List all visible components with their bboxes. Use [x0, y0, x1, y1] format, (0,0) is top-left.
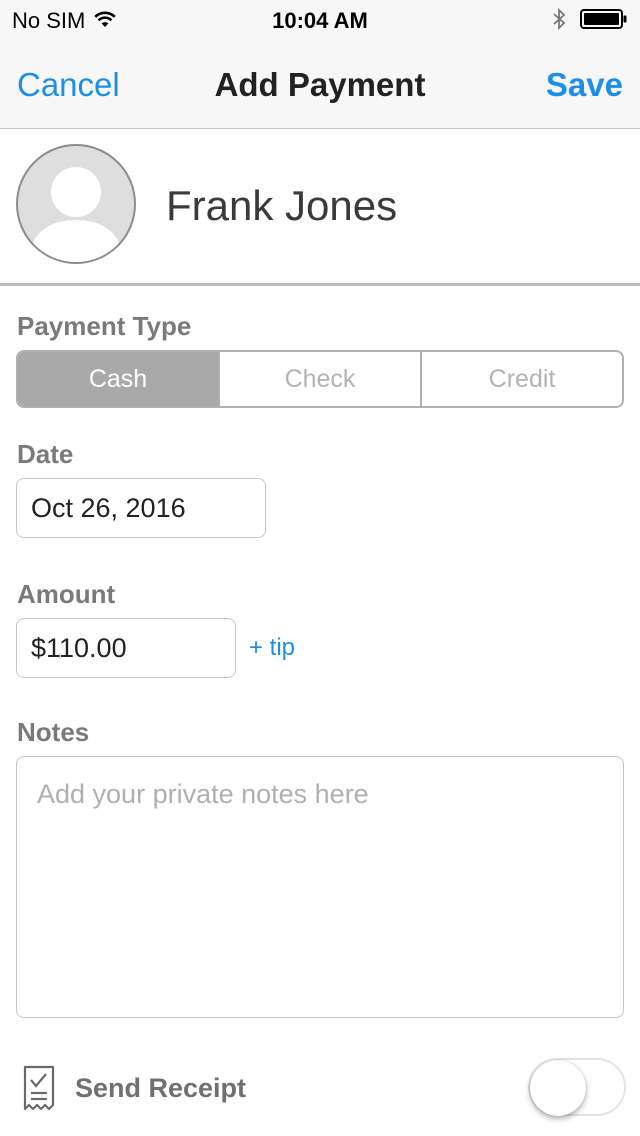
- notes-placeholder: Add your private notes here: [37, 779, 369, 809]
- toggle-knob: [530, 1060, 586, 1116]
- nav-bar: Cancel Add Payment Save: [0, 40, 640, 129]
- receipt-icon: [22, 1065, 56, 1118]
- notes-label: Notes: [17, 717, 90, 747]
- send-receipt-toggle[interactable]: [528, 1058, 626, 1116]
- battery-icon: [580, 8, 628, 35]
- date-label: Date: [17, 439, 74, 469]
- amount-value: $110.00: [31, 632, 127, 663]
- save-button[interactable]: Save: [546, 66, 623, 104]
- payment-type-segmented-control: Cash Check Credit: [16, 350, 624, 408]
- payment-type-label: Payment Type: [17, 311, 192, 341]
- segment-cash[interactable]: Cash: [18, 352, 218, 406]
- segment-credit[interactable]: Credit: [420, 352, 622, 406]
- segment-check[interactable]: Check: [218, 352, 420, 406]
- profile-header: Frank Jones: [0, 129, 640, 286]
- notes-textarea[interactable]: Add your private notes here: [16, 756, 624, 1018]
- send-receipt-label: Send Receipt: [75, 1073, 247, 1103]
- avatar[interactable]: [16, 144, 136, 264]
- date-field[interactable]: Oct 26, 2016: [16, 478, 266, 538]
- status-bar: No SIM 10:04 AM: [0, 0, 640, 40]
- amount-field[interactable]: $110.00: [16, 618, 236, 678]
- add-tip-link[interactable]: + tip: [249, 634, 295, 662]
- send-receipt-row: Send Receipt: [0, 1050, 640, 1136]
- date-value: Oct 26, 2016: [31, 492, 186, 523]
- person-placeholder-icon: [28, 167, 124, 262]
- status-right: [552, 7, 628, 36]
- contact-name: Frank Jones: [166, 182, 398, 229]
- status-time: 10:04 AM: [272, 8, 368, 33]
- bluetooth-icon: [552, 7, 566, 36]
- page-title: Add Payment: [214, 66, 426, 103]
- amount-label: Amount: [17, 579, 116, 609]
